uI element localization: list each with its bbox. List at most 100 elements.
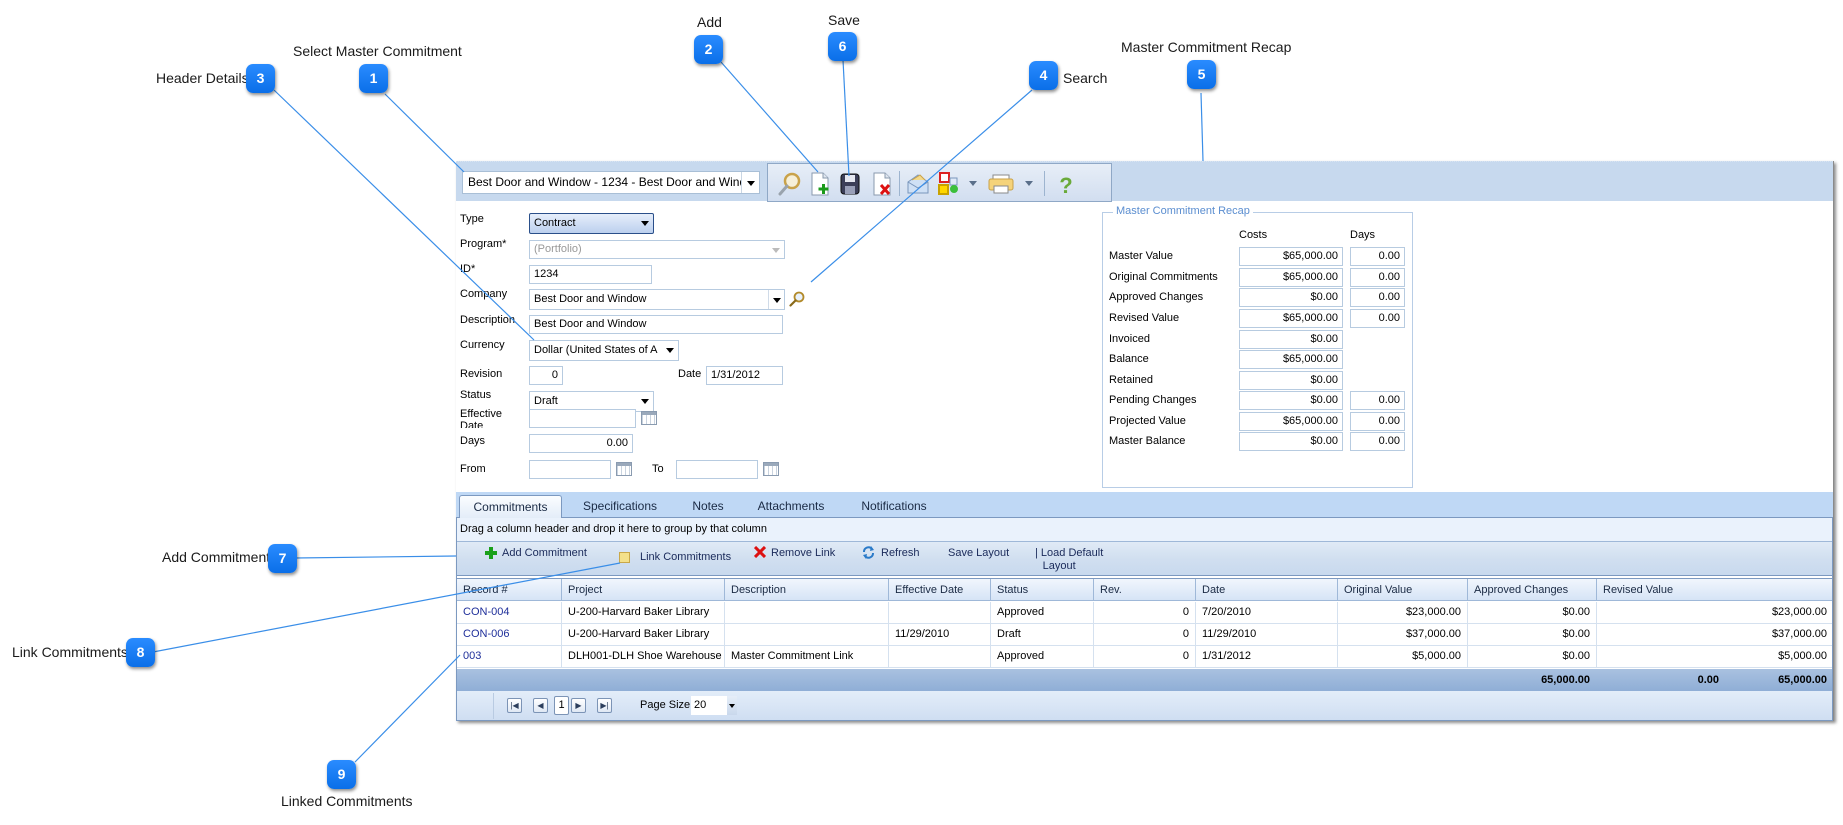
- column-header-status[interactable]: Status: [990, 579, 1093, 601]
- table-row[interactable]: CON-006 U-200-Harvard Baker Library 11/29/…: [457, 624, 1832, 646]
- first-page-button[interactable]: |◀: [507, 698, 522, 713]
- company-select[interactable]: Best Door and Window: [529, 289, 785, 310]
- current-page[interactable]: 1: [554, 696, 569, 715]
- callout-label-link-commitments: Link Commitments: [12, 644, 128, 660]
- chevron-down-icon[interactable]: [727, 696, 737, 715]
- add-document-icon[interactable]: [808, 172, 832, 196]
- previous-page-button[interactable]: ◀: [533, 698, 548, 713]
- chevron-down-icon[interactable]: [662, 341, 678, 358]
- total-revised-value: 65,000.00: [1778, 674, 1827, 686]
- svg-text:?: ?: [1059, 173, 1072, 196]
- effective-date-field[interactable]: [529, 409, 636, 428]
- workflow-dropdown-caret[interactable]: [969, 181, 977, 186]
- column-header-date[interactable]: Date: [1195, 579, 1337, 601]
- cell-status: Approved: [990, 602, 1093, 623]
- column-header-rev[interactable]: Rev.: [1093, 579, 1195, 601]
- currency-select[interactable]: Dollar (United States of A: [529, 340, 679, 361]
- column-header-description[interactable]: Description: [724, 579, 888, 601]
- record-link[interactable]: CON-006: [457, 624, 561, 645]
- calendar-icon[interactable]: [616, 462, 632, 476]
- chevron-down-icon[interactable]: [768, 290, 784, 309]
- column-header-effective-date[interactable]: Effective Date: [888, 579, 990, 601]
- program-select[interactable]: (Portfolio): [529, 240, 785, 259]
- column-header-project[interactable]: Project: [561, 579, 724, 601]
- tab-commitments[interactable]: Commitments: [459, 495, 562, 519]
- cell-project: U-200-Harvard Baker Library: [561, 602, 724, 623]
- cell-description: [724, 602, 888, 623]
- record-link[interactable]: CON-004: [457, 602, 561, 623]
- company-search-icon[interactable]: [789, 291, 805, 307]
- tab-specifications[interactable]: Specifications: [570, 495, 670, 518]
- page-size-select[interactable]: 20: [691, 696, 737, 715]
- help-icon[interactable]: ?: [1054, 172, 1078, 196]
- type-select[interactable]: Contract: [529, 213, 654, 234]
- date-field[interactable]: 1/31/2012: [706, 366, 783, 385]
- description-field[interactable]: Best Door and Window: [529, 315, 783, 334]
- search-icon[interactable]: [778, 172, 802, 196]
- from-label: From: [460, 463, 486, 475]
- master-commitment-window: Best Door and Window - 1234 - Best Door …: [456, 161, 1834, 721]
- page-size-value: 20: [694, 699, 707, 711]
- workflow-icon[interactable]: [937, 172, 961, 196]
- last-page-button[interactable]: ▶|: [597, 698, 612, 713]
- callout-label-search: Search: [1063, 70, 1108, 86]
- column-header-original-value[interactable]: Original Value: [1337, 579, 1467, 601]
- tab-attachments[interactable]: Attachments: [746, 495, 836, 518]
- calendar-icon[interactable]: [641, 411, 657, 425]
- days-label: Days: [460, 435, 486, 447]
- callout-label-add: Add: [697, 14, 722, 30]
- record-link[interactable]: 003: [457, 646, 561, 667]
- table-row[interactable]: 003 DLH001-DLH Shoe Warehouse Master Commi…: [457, 646, 1832, 668]
- group-by-drop-area[interactable]: Drag a column header and drop it here to…: [457, 518, 1832, 542]
- next-page-button[interactable]: ▶: [571, 698, 586, 713]
- recap-costs-header: Costs: [1239, 229, 1268, 241]
- id-field[interactable]: 1234: [529, 265, 652, 284]
- recap-row-label: Projected Value: [1109, 415, 1186, 427]
- id-label: ID*: [460, 263, 476, 275]
- add-commitment-button[interactable]: Add Commitment: [502, 547, 587, 559]
- callout-line-7: [294, 555, 457, 559]
- print-icon[interactable]: [987, 172, 1015, 196]
- print-dropdown-caret[interactable]: [1025, 181, 1033, 186]
- link-commitments-button[interactable]: Link Commitments: [640, 551, 731, 563]
- chevron-down-icon: [768, 241, 784, 258]
- cell-date: 11/29/2010: [1195, 624, 1337, 645]
- tab-notes[interactable]: Notes: [678, 495, 738, 518]
- to-date-field[interactable]: [676, 460, 758, 479]
- date-label: Date: [678, 368, 702, 380]
- plus-icon[interactable]: [485, 547, 497, 559]
- recap-days-field: 0.00: [1350, 288, 1405, 307]
- remove-icon[interactable]: [754, 546, 766, 558]
- cell-rev: 0: [1093, 646, 1195, 667]
- delete-document-icon[interactable]: [870, 172, 894, 196]
- column-header-revised-value[interactable]: Revised Value: [1596, 579, 1833, 601]
- refresh-icon[interactable]: [862, 546, 875, 559]
- table-row[interactable]: CON-004 U-200-Harvard Baker Library Approv…: [457, 602, 1832, 624]
- column-header-approved-changes[interactable]: Approved Changes: [1467, 579, 1596, 601]
- days-field[interactable]: 0.00: [529, 434, 633, 453]
- callout-badge-8: 8: [126, 638, 155, 667]
- chevron-down-icon[interactable]: [741, 172, 759, 193]
- recap-cost-field: $0.00: [1239, 288, 1343, 307]
- refresh-button[interactable]: Refresh: [881, 547, 920, 559]
- recap-cost-field: $0.00: [1239, 391, 1343, 410]
- load-default-layout-button[interactable]: | Load Default Layout: [1035, 547, 1103, 573]
- column-header-record-number[interactable]: Record #: [457, 579, 561, 601]
- link-icon[interactable]: [619, 552, 630, 563]
- chevron-down-icon[interactable]: [637, 214, 653, 231]
- save-icon[interactable]: [838, 172, 862, 196]
- calendar-icon[interactable]: [763, 462, 779, 476]
- from-date-field[interactable]: [529, 460, 611, 479]
- email-icon[interactable]: [906, 172, 930, 196]
- revision-field[interactable]: 0: [529, 366, 563, 385]
- effective-date-label: Effective Date: [460, 408, 502, 428]
- currency-value: Dollar (United States of A: [534, 344, 658, 356]
- cell-description: Master Commitment Link: [724, 646, 888, 667]
- master-commitment-select[interactable]: Best Door and Window - 1234 - Best Door …: [462, 171, 760, 194]
- remove-link-button[interactable]: Remove Link: [771, 547, 835, 559]
- master-commitment-select-value: Best Door and Window - 1234 - Best Door …: [468, 175, 760, 189]
- tab-notifications[interactable]: Notifications: [846, 495, 942, 518]
- chevron-down-icon[interactable]: [637, 392, 653, 409]
- callout-badge-4: 4: [1029, 61, 1058, 90]
- save-layout-button[interactable]: Save Layout: [948, 547, 1009, 559]
